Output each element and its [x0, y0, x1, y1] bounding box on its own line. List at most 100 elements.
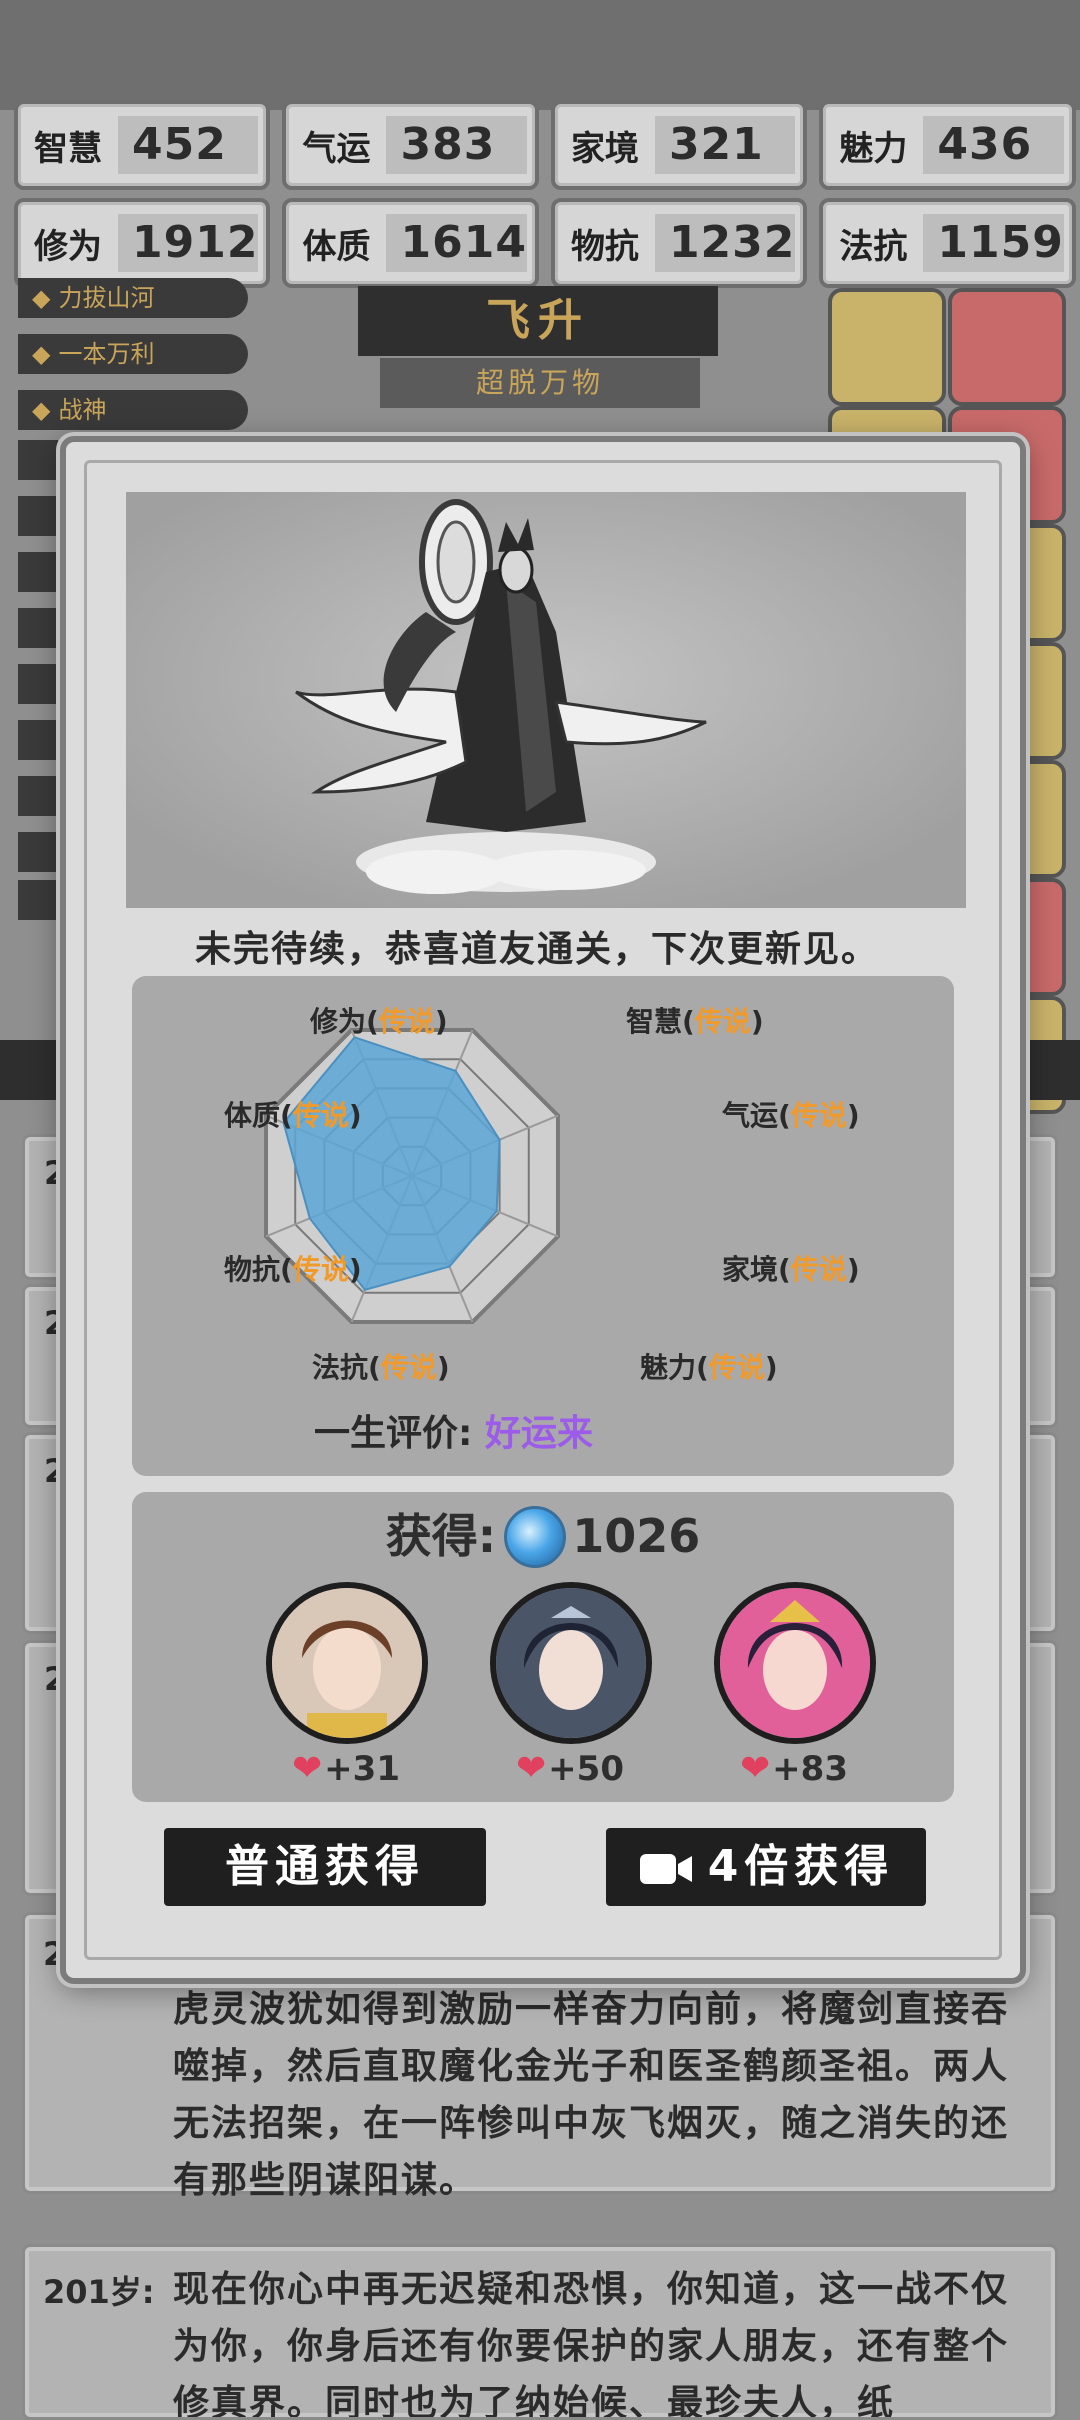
age-card: 201岁: 现在你心中再无迟疑和恐惧，你知道，这一战不仅为你，你身后还有你要保护… [22, 2244, 1058, 2420]
radar-stat-quality: 传说 [378, 1005, 435, 1038]
ascension-illustration [126, 492, 966, 908]
radar-stat-quality: 传说 [790, 1253, 847, 1286]
companion-reward: ❤+83 [714, 1582, 876, 1789]
reward-panel: 获得: 1026 ❤+31 ❤+50 ❤+83 [132, 1492, 954, 1802]
radar-panel: 修为(传说) 智慧(传说) 气运(传说) 家境(传说) 魅力(传说) 法抗(传说… [132, 976, 954, 1476]
stat-label: 气运 [302, 128, 371, 169]
trait-tag[interactable]: ◆ 战神 [18, 390, 248, 430]
trait-tag-edge [18, 664, 58, 704]
stat-charm: 魅力 436 [819, 100, 1076, 190]
reward-amount: 1026 [572, 1509, 701, 1563]
radar-label-magic-resist: 法抗(传说) [312, 1351, 450, 1384]
ad-claim-label: 4倍获得 [707, 1841, 895, 1892]
radar-stat-name: 体质 [224, 1099, 281, 1132]
trait-tag-edge [18, 440, 58, 480]
realm-title: 飞升 [358, 286, 718, 356]
heart-icon: ❤ [292, 1748, 323, 1789]
companion-reward: ❤+31 [266, 1582, 428, 1789]
stat-value: 383 [386, 116, 527, 174]
trait-tag-edge [18, 776, 58, 816]
companion-avatar [714, 1582, 876, 1744]
life-evaluation-value: 好运来 [484, 1413, 593, 1454]
stat-luck: 气运 383 [282, 100, 539, 190]
radar-stat-name: 法抗 [312, 1351, 369, 1384]
radar-stat-quality: 传说 [380, 1351, 437, 1384]
trait-tag-label: 力拔山河 [58, 284, 155, 312]
trait-tag-edge [18, 880, 58, 920]
ending-dialog: 未完待续，恭喜道友通关，下次更新见。 修为(传说) 智慧(传说) 气运(传说) … [60, 436, 1026, 1984]
affinity-gain: ❤+83 [714, 1748, 874, 1789]
radar-stat-quality: 传说 [694, 1005, 751, 1038]
stat-value: 436 [923, 116, 1064, 174]
stat-value: 1232 [654, 214, 796, 272]
stat-value: 1912 [118, 214, 259, 272]
radar-stat-name: 智慧 [626, 1005, 683, 1038]
affinity-gain: ❤+31 [266, 1748, 426, 1789]
stats-grid: 智慧 452 气运 383 家境 321 魅力 436 修为 1912 体质 1614 物抗… [14, 100, 1076, 288]
diamond-icon: ◆ [32, 340, 51, 368]
stat-label: 体质 [302, 226, 371, 267]
stat-value: 1614 [386, 214, 527, 272]
companion-avatar [266, 1582, 428, 1744]
video-camera-icon [639, 1854, 692, 1884]
companion-portrait [272, 1588, 422, 1738]
trait-tag-label: 战神 [58, 396, 107, 424]
trait-tag[interactable]: ◆ 一本万利 [18, 334, 248, 374]
stat-label: 魅力 [839, 128, 908, 169]
equipment-slot[interactable] [948, 288, 1066, 406]
stat-wisdom: 智慧 452 [14, 100, 271, 190]
ending-message: 未完待续，恭喜道友通关，下次更新见。 [194, 929, 879, 970]
companion-reward: ❤+50 [490, 1582, 652, 1789]
radar-stat-quality: 传说 [292, 1099, 349, 1132]
radar-stat-name: 物抗 [224, 1253, 281, 1286]
normal-claim-button[interactable]: 普通获得 [164, 1828, 486, 1906]
radar-label-cultivation: 修为(传说) [310, 1005, 448, 1038]
stat-label: 修为 [34, 226, 102, 267]
equipment-slot[interactable] [828, 288, 946, 406]
reward-header: 获得: 1026 [132, 1500, 954, 1574]
affinity-value: +83 [772, 1749, 848, 1789]
radar-label-luck: 气运(传说) [722, 1099, 860, 1132]
stat-family: 家境 321 [550, 100, 808, 190]
stat-value: 1159 [923, 214, 1064, 272]
stat-cultivation: 修为 1912 [14, 198, 271, 288]
radar-label-family: 家境(传说) [722, 1253, 860, 1286]
top-bar-background [0, 0, 1080, 110]
trait-tag-label: 一本万利 [58, 340, 155, 368]
radar-stat-quality: 传说 [292, 1253, 349, 1286]
reward-label: 获得: [385, 1509, 497, 1563]
radar-label-phys-resist: 物抗(传说) [224, 1253, 362, 1286]
trait-tag-edge [18, 552, 58, 592]
trait-tag-edge [18, 720, 58, 760]
heart-icon: ❤ [516, 1748, 547, 1789]
ad-claim-4x-button[interactable]: 4倍获得 [606, 1828, 926, 1906]
diamond-icon: ◆ [32, 284, 51, 312]
spirit-gem-icon [504, 1505, 567, 1568]
stat-label: 物抗 [570, 226, 639, 267]
stat-constitution: 体质 1614 [282, 198, 539, 288]
stat-phys-resist: 物抗 1232 [550, 198, 808, 288]
stat-label: 法抗 [839, 226, 908, 267]
radar-label-constitution: 体质(传说) [224, 1099, 362, 1132]
radar-stat-quality: 传说 [790, 1099, 847, 1132]
companion-portrait [720, 1588, 870, 1738]
radar-stat-name: 气运 [722, 1099, 779, 1132]
trait-tag-list: ◆ 力拔山河 ◆ 一本万利 ◆ 战神 [18, 278, 248, 446]
life-evaluation-label: 一生评价: [314, 1413, 473, 1454]
age-card-text: 现在你心中再无迟疑和恐惧，你知道，这一战不仅为你，你身后还有你要保护的家人朋友，… [173, 2269, 1010, 2420]
affinity-value: +31 [324, 1749, 400, 1789]
immortal-figure-image [126, 492, 966, 908]
radar-label-wisdom: 智慧(传说) [626, 1005, 764, 1038]
trait-tag-edge [18, 832, 58, 872]
normal-claim-label: 普通获得 [225, 1841, 425, 1892]
companion-avatar [490, 1582, 652, 1744]
radar-stat-name: 修为 [310, 1005, 367, 1038]
radar-stat-quality: 传说 [708, 1351, 765, 1384]
companion-portrait [496, 1588, 646, 1738]
radar-stat-name: 魅力 [640, 1351, 697, 1384]
radar-label-charm: 魅力(传说) [640, 1351, 778, 1384]
trait-tag[interactable]: ◆ 力拔山河 [18, 278, 248, 318]
affinity-gain: ❤+50 [490, 1748, 650, 1789]
attribute-radar-chart [264, 1028, 560, 1324]
life-evaluation: 一生评价: 好运来 [314, 1404, 593, 1456]
